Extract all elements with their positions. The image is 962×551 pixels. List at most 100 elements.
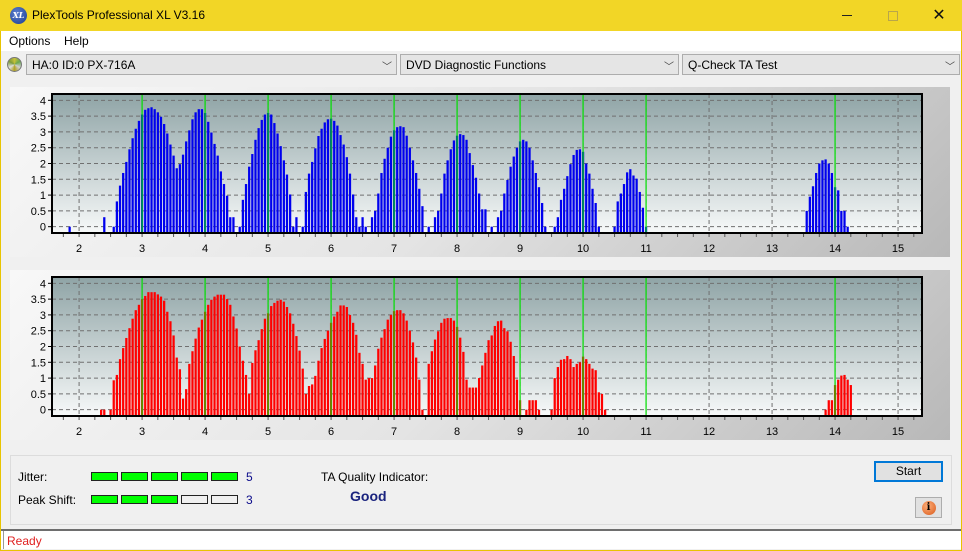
histogram-bar: [430, 351, 434, 416]
histogram-bar: [244, 374, 248, 416]
histogram-bar: [181, 398, 185, 416]
histogram-bar: [345, 157, 348, 233]
y-tick-label: 3.5: [31, 111, 46, 123]
histogram-bar: [563, 359, 566, 416]
y-tick-label: 0.5: [31, 389, 46, 401]
histogram-bar: [818, 163, 821, 233]
x-tick-label: 2: [76, 426, 82, 438]
histogram-bar: [500, 320, 503, 416]
histogram-bar: [131, 138, 134, 233]
minimize-button[interactable]: [824, 0, 870, 31]
histogram-bar: [632, 175, 635, 233]
histogram-bar: [411, 160, 415, 233]
close-button[interactable]: ✕: [916, 0, 962, 31]
y-tick-label: 2.5: [31, 143, 46, 155]
histogram-bar: [323, 338, 326, 416]
histogram-bar: [370, 217, 374, 233]
x-tick-label: 14: [829, 243, 841, 255]
function-select[interactable]: DVD Diagnostic Functions ﹀: [400, 54, 679, 75]
histogram-bar: [279, 299, 282, 416]
jitter-value: 5: [246, 470, 253, 484]
histogram-bar: [531, 400, 534, 416]
histogram-bar: [418, 379, 421, 416]
histogram-bar: [342, 144, 345, 233]
histogram-bar: [556, 217, 560, 233]
x-tick-label: 15: [892, 426, 904, 438]
histogram-bar: [493, 325, 497, 416]
info-icon: i: [921, 500, 936, 515]
histogram-bar: [534, 400, 537, 416]
info-button[interactable]: i: [915, 497, 942, 518]
jitter-meter: [91, 472, 238, 481]
histogram-bar: [389, 136, 393, 233]
histogram-bar: [276, 300, 279, 416]
meter-segment: [211, 495, 238, 504]
histogram-bar: [399, 126, 402, 233]
menu-options[interactable]: Options: [9, 34, 50, 48]
histogram-bar: [402, 127, 405, 233]
histogram-bar: [188, 363, 191, 416]
histogram-bar: [282, 301, 285, 416]
histogram-bar: [588, 363, 591, 416]
drive-select[interactable]: HA:0 ID:0 PX-716A ﹀: [26, 54, 397, 75]
histogram-bar: [232, 316, 235, 416]
y-tick-label: 2: [40, 159, 46, 171]
histogram-bar: [471, 165, 474, 233]
histogram-bar: [383, 158, 386, 233]
histogram-bar: [358, 352, 361, 416]
histogram-bar: [134, 310, 137, 416]
histogram-bar: [566, 176, 569, 233]
maximize-icon: [888, 10, 898, 21]
histogram-bar: [597, 392, 600, 416]
histogram-bar: [361, 217, 364, 233]
histogram-bar: [150, 292, 153, 416]
histogram-bar: [443, 173, 446, 233]
x-tick-label: 5: [265, 243, 271, 255]
histogram-bar: [317, 136, 320, 233]
histogram-bar: [251, 154, 254, 233]
histogram-bar: [506, 331, 509, 416]
histogram-bar: [229, 217, 232, 233]
histogram-bar: [487, 340, 490, 416]
test-select[interactable]: Q-Check TA Test ﹀: [682, 54, 960, 75]
histogram-bar: [185, 389, 188, 416]
histogram-bar: [824, 159, 827, 233]
chevron-down-icon: ﹀: [945, 62, 955, 73]
histogram-bar: [134, 128, 137, 233]
histogram-bar: [263, 318, 267, 416]
histogram-bar: [197, 327, 200, 416]
menu-help[interactable]: Help: [64, 34, 89, 48]
x-tick-label: 13: [766, 243, 778, 255]
x-tick-label: 10: [577, 243, 589, 255]
histogram-bar: [257, 128, 260, 233]
histogram-bar: [638, 191, 641, 233]
histogram-bar: [147, 108, 150, 233]
histogram-bar: [207, 304, 210, 416]
histogram-bar: [163, 300, 166, 416]
peak-shift-value: 3: [246, 493, 253, 507]
histogram-bar: [616, 201, 619, 233]
histogram-bar: [131, 318, 134, 416]
histogram-bar: [238, 346, 241, 416]
histogram-bar: [103, 217, 106, 233]
status-divider: [3, 531, 4, 549]
histogram-bar: [156, 294, 159, 416]
histogram-bar: [481, 365, 484, 416]
histogram-bar: [846, 379, 849, 416]
histogram-bar: [169, 321, 172, 416]
quality-label: TA Quality Indicator:: [321, 470, 429, 484]
window-title: PlexTools Professional XL V3.16: [32, 8, 205, 22]
histogram-bar: [452, 140, 456, 233]
start-button[interactable]: Start: [874, 461, 943, 482]
histogram-bar: [273, 123, 276, 233]
histogram-bar: [481, 209, 484, 233]
histogram-bar: [118, 185, 122, 233]
histogram-bar: [241, 360, 245, 416]
maximize-button[interactable]: [870, 0, 916, 31]
x-tick-label: 7: [391, 243, 397, 255]
histogram-bar: [563, 188, 566, 233]
histogram-bar: [295, 336, 298, 416]
histogram-bar: [837, 190, 840, 233]
menu-bar: Options Help: [1, 31, 961, 51]
x-tick-label: 12: [703, 426, 715, 438]
